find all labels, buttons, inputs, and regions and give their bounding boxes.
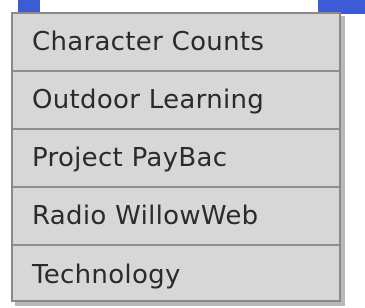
dropdown-menu: Character Counts Outdoor Learning Projec… [11, 12, 341, 302]
menu-item-outdoor-learning[interactable]: Outdoor Learning [13, 72, 339, 130]
menu-item-project-paybac[interactable]: Project PayBac [13, 130, 339, 188]
menu-item-label: Outdoor Learning [32, 85, 265, 115]
menu-item-character-counts[interactable]: Character Counts [13, 14, 339, 72]
menu-item-radio-willowweb[interactable]: Radio WillowWeb [13, 188, 339, 246]
menu-item-label: Character Counts [32, 27, 265, 57]
screen: Character Counts Outdoor Learning Projec… [0, 0, 365, 308]
menu-item-label: Technology [32, 260, 181, 290]
menu-bar-field [40, 0, 318, 12]
menu-item-label: Radio WillowWeb [32, 201, 259, 231]
menu-item-label: Project PayBac [32, 143, 228, 173]
menu-item-technology[interactable]: Technology [13, 246, 339, 304]
